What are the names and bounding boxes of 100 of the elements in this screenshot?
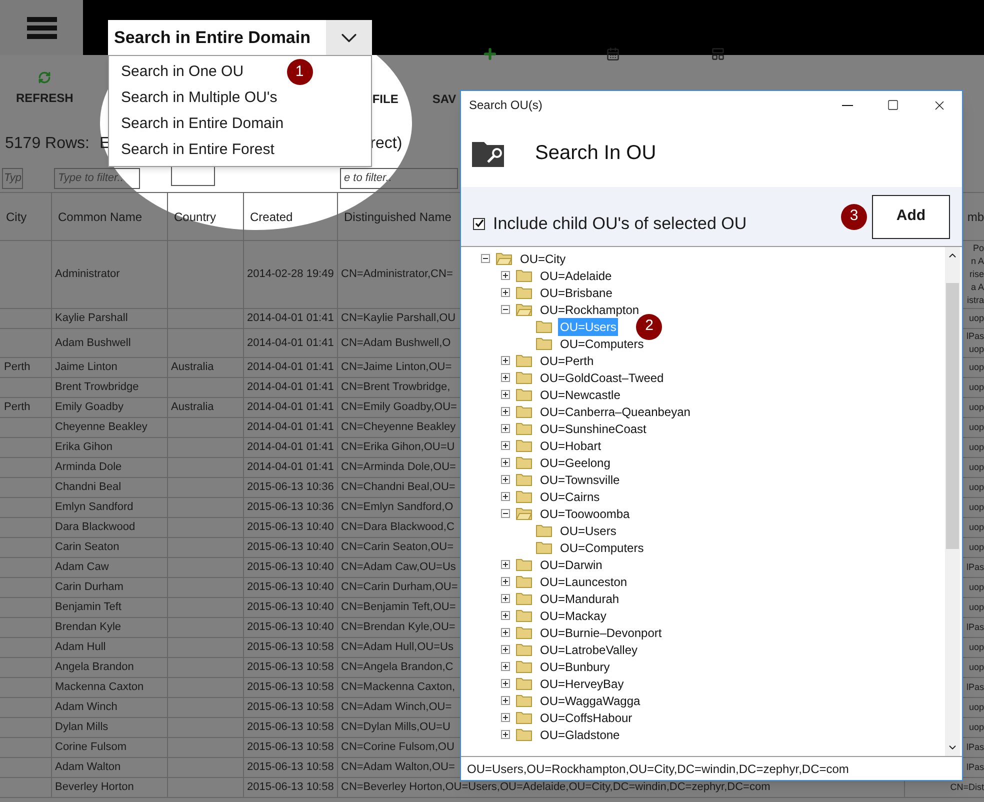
menu-button[interactable]: [0, 0, 83, 55]
tree-node-label[interactable]: OU=Canberra–Queanbeyan: [538, 402, 692, 420]
tree-node-label[interactable]: OU=WaggaWagga: [538, 692, 642, 710]
table-cell-text: 2015-06-13 10:58: [247, 680, 334, 696]
dropdown-option[interactable]: Search in One OU: [121, 60, 244, 84]
tree-node-label[interactable]: OU=Mandurah: [538, 590, 622, 608]
tree-node-label[interactable]: OU=Bunbury: [538, 658, 612, 676]
dropdown-toggle[interactable]: [326, 20, 372, 55]
tree-node-label[interactable]: OU=City: [518, 250, 568, 268]
tree-node-label[interactable]: OU=HerveyBay: [538, 674, 626, 692]
tree-node-label[interactable]: OU=Launceston: [538, 572, 630, 590]
table-cell-text: 2015-06-13 10:40: [247, 580, 334, 596]
dropdown-option[interactable]: Search in Entire Domain: [121, 112, 284, 136]
expand-icon[interactable]: [501, 560, 510, 569]
filter-field[interactable]: Typ: [2, 168, 23, 188]
expand-icon[interactable]: [501, 594, 510, 603]
expand-icon[interactable]: [501, 288, 510, 297]
table-cell-text: 2014-04-01 01:41: [247, 420, 334, 436]
table-cell: lPas: [966, 761, 984, 774]
tree-node-label[interactable]: OU=Computers: [558, 538, 646, 556]
tree-node-label[interactable]: OU=Toowoomba: [538, 504, 632, 522]
expand-icon[interactable]: [501, 424, 510, 433]
expand-icon[interactable]: [501, 373, 510, 382]
table-cell-text: Angela Brandon: [55, 660, 134, 676]
table-cell-text: 2015-06-13 10:40: [247, 600, 334, 616]
collapse-icon[interactable]: [501, 305, 510, 314]
scrollbar-thumb[interactable]: [946, 283, 959, 549]
folder-icon: [516, 439, 532, 452]
tree-node-label[interactable]: OU=Darwin: [538, 556, 604, 574]
expand-icon[interactable]: [501, 458, 510, 467]
tree-node-label[interactable]: OU=Adelaide: [538, 266, 614, 284]
dropdown-option[interactable]: Search in Multiple OU's: [121, 86, 278, 110]
calendar-icon[interactable]: [606, 47, 620, 61]
add-icon[interactable]: [482, 46, 498, 62]
table-cell: lPas: [966, 741, 984, 754]
toolbar-button[interactable]: SAV: [432, 90, 456, 108]
tree-node-label[interactable]: OU=GoldCoast–Tweed: [538, 368, 666, 386]
table-cell-text: Emily Goadby: [55, 400, 124, 416]
folder-icon: [516, 354, 532, 367]
tree-node-label[interactable]: OU=Users: [558, 522, 618, 540]
tree-node-label[interactable]: OU=CoffsHabour: [538, 708, 634, 726]
table-cell-text: Perth: [4, 400, 30, 416]
expand-icon[interactable]: [501, 407, 510, 416]
expand-icon[interactable]: [501, 645, 510, 654]
tree-node-label[interactable]: OU=Hobart: [538, 436, 604, 454]
expand-icon[interactable]: [501, 730, 510, 739]
table-cell-text: Dara Blackwood: [55, 520, 136, 536]
dropdown-option[interactable]: Search in Entire Forest: [121, 138, 274, 162]
add-button[interactable]: Add: [872, 194, 950, 238]
scrollbar[interactable]: [945, 247, 960, 756]
collapse-icon[interactable]: [501, 509, 510, 518]
tree-node-label[interactable]: OU=Newcastle: [538, 386, 622, 404]
scope-dropdown[interactable]: Search in Entire Domain: [108, 20, 326, 55]
expand-icon[interactable]: [501, 492, 510, 501]
table-cell-text: 2015-06-13 10:58: [247, 740, 334, 756]
expand-icon[interactable]: [501, 441, 510, 450]
filter-field[interactable]: Type to filter..: [54, 168, 140, 188]
filter-field[interactable]: e to filter..: [340, 168, 458, 188]
expand-icon[interactable]: [501, 577, 510, 586]
expand-icon[interactable]: [501, 356, 510, 365]
table-cell-text: Adam Caw: [55, 560, 109, 576]
expand-icon[interactable]: [501, 271, 510, 280]
table-cell-text: Adam Walton: [55, 760, 121, 776]
layout-icon[interactable]: [711, 47, 725, 61]
table-cell-text: 2015-06-13 10:36: [247, 480, 334, 496]
collapse-icon[interactable]: [481, 254, 490, 263]
table-cell: uop: [968, 501, 984, 514]
table-cell-text: Perth: [4, 360, 30, 376]
expand-icon[interactable]: [501, 390, 510, 399]
expand-icon[interactable]: [501, 628, 510, 637]
open-folder-icon: [516, 303, 532, 316]
refresh-button[interactable]: REFRESH: [16, 71, 74, 107]
column-header[interactable]: Common Name: [52, 193, 168, 240]
folder-icon: [516, 286, 532, 299]
tree-node-label[interactable]: OU=Townsville: [538, 470, 622, 488]
tree-node-label[interactable]: OU=LatrobeValley: [538, 640, 640, 658]
expand-icon[interactable]: [501, 713, 510, 722]
tree-node-label[interactable]: OU=Geelong: [538, 454, 612, 472]
toolbar-button[interactable]: FILE: [372, 90, 398, 108]
folder-icon: [516, 371, 532, 384]
tree-node-label[interactable]: OU=Gladstone: [538, 726, 622, 744]
tree-node-label[interactable]: OU=Mackay: [538, 606, 608, 624]
column-header[interactable]: City: [0, 193, 52, 240]
expand-icon[interactable]: [501, 611, 510, 620]
table-cell-text: CN=Dylan Mills,OU=U: [341, 720, 450, 736]
tree-node-label[interactable]: OU=SunshineCoast: [538, 420, 648, 438]
expand-icon[interactable]: [501, 475, 510, 484]
table-cell: uop: [968, 461, 984, 474]
expand-icon[interactable]: [501, 696, 510, 705]
tree-node-label[interactable]: OU=Perth: [538, 352, 596, 370]
checkbox[interactable]: [473, 218, 485, 230]
expand-icon[interactable]: [501, 679, 510, 688]
tree-node-label[interactable]: OU=Cairns: [538, 488, 602, 506]
expand-icon[interactable]: [501, 662, 510, 671]
folder-icon: [516, 728, 532, 741]
table-cell: lPas: [966, 621, 984, 634]
column-header[interactable]: Created: [244, 193, 338, 240]
tree-node-label[interactable]: OU=Brisbane: [538, 284, 614, 302]
folder-icon: [516, 269, 532, 282]
tree-node-label[interactable]: OU=Burnie–Devonport: [538, 624, 664, 642]
